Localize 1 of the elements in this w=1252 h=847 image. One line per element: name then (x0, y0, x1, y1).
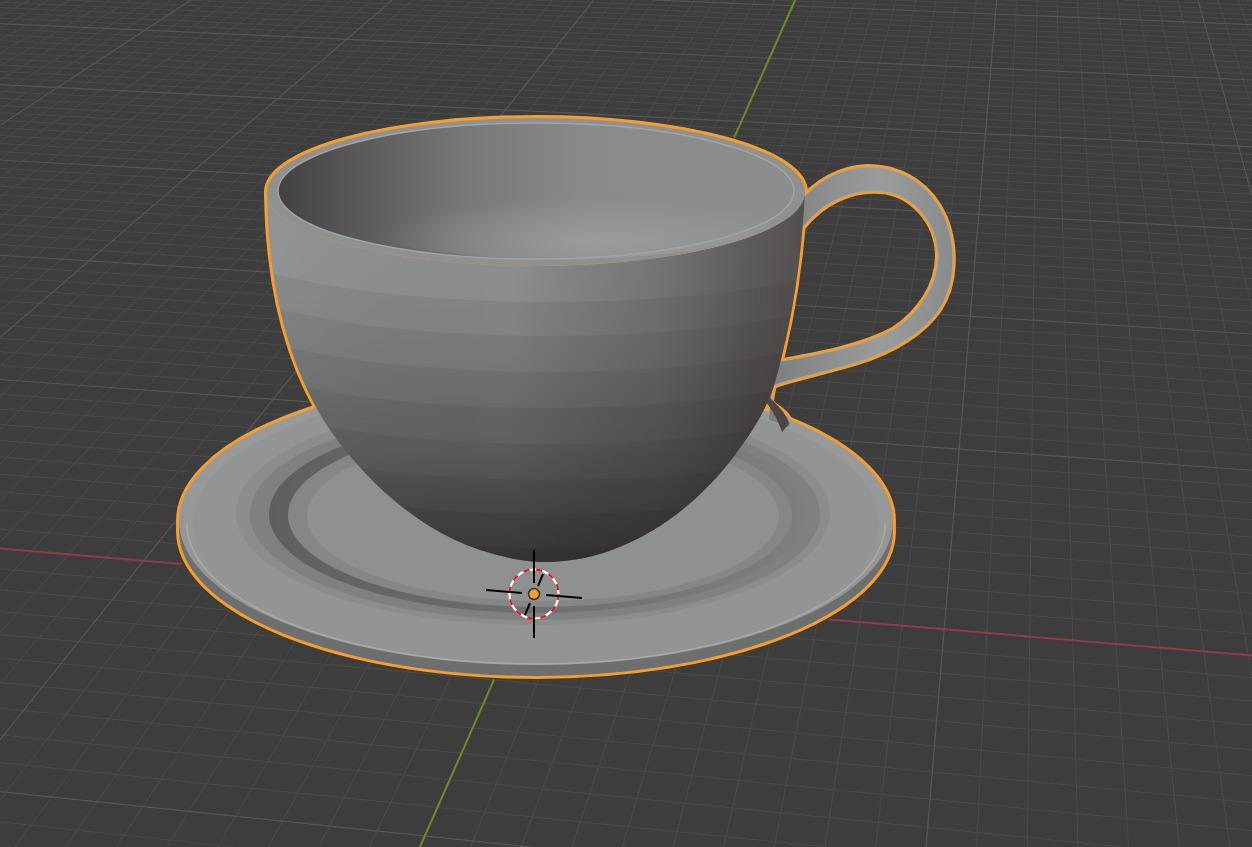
cursor-crosshair-icon (485, 549, 583, 639)
